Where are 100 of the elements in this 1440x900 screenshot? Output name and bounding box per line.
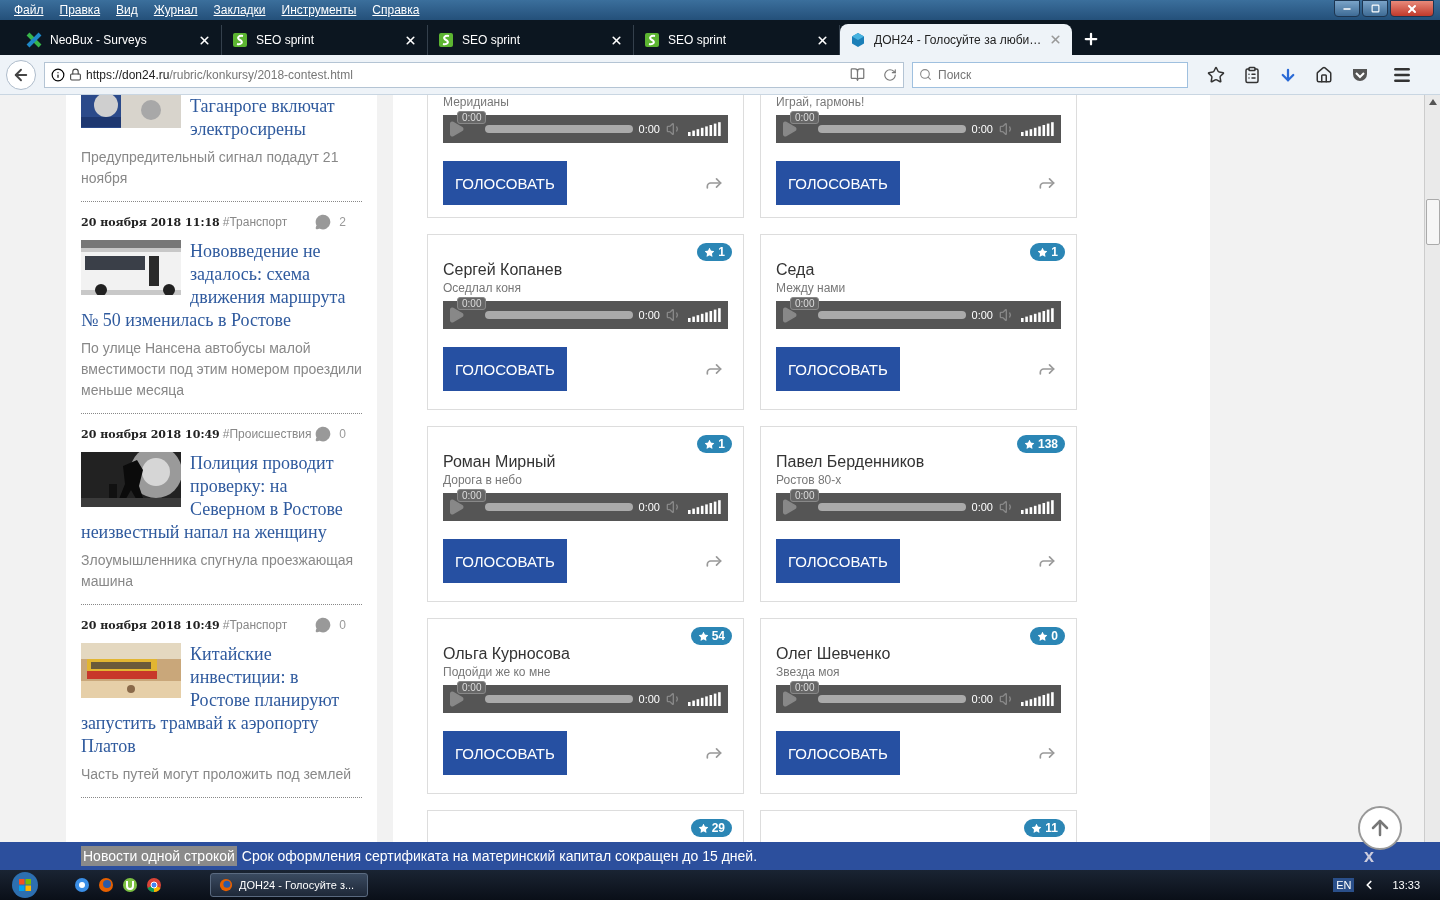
- play-icon[interactable]: [780, 306, 798, 324]
- star-icon[interactable]: [1206, 65, 1226, 84]
- close-tab-icon[interactable]: [404, 33, 417, 47]
- track-title: Дорога в небо: [443, 473, 523, 487]
- close-tab-icon[interactable]: [198, 33, 211, 47]
- news-tag[interactable]: #Транспорт: [222, 618, 288, 632]
- news-date: 20 ноября 2018 10:49: [81, 618, 220, 632]
- comment-count: 0: [339, 427, 346, 441]
- tab-title: SEO sprint: [256, 33, 316, 47]
- participant-name: Роман Мирный: [443, 453, 556, 471]
- participant-name: Ольга Курносова: [443, 645, 570, 663]
- news-tag[interactable]: #Происшествия: [222, 427, 312, 441]
- reload-icon[interactable]: [883, 67, 897, 82]
- vote-count-badge: 1: [697, 243, 732, 261]
- scroll-up-arrow-icon[interactable]: [1428, 99, 1437, 105]
- clipboard-icon[interactable]: [1242, 65, 1262, 84]
- cross-logo-icon: [26, 32, 42, 48]
- menu-item[interactable]: Вид: [108, 3, 146, 17]
- time-tooltip: 0:00: [457, 111, 487, 124]
- minimize-button[interactable]: [1334, 0, 1360, 17]
- internet-explorer-icon[interactable]: [74, 877, 90, 893]
- clock[interactable]: 13:33: [1392, 879, 1420, 891]
- progress-track[interactable]: [485, 125, 633, 133]
- volume-bars-icon: [1021, 122, 1055, 136]
- news-excerpt: Злоумышленника спугнула проезжающая машина: [81, 551, 355, 591]
- volume-bars-icon: [1021, 692, 1055, 706]
- vote-button[interactable]: ГОЛОСОВАТЬ: [443, 347, 567, 391]
- tab-title: ДОН24 - Голосуйте за люби…: [874, 32, 1042, 47]
- news-tag[interactable]: #Транспорт: [222, 215, 288, 229]
- vote-button[interactable]: ГОЛОСОВАТЬ: [776, 347, 900, 391]
- participant-name: Седа: [776, 261, 815, 279]
- track-title: Подойди же ко мне: [443, 665, 552, 679]
- news-title[interactable]: Полиция проводит проверку: на Северном в Ростове неизвестный напал на женщину: [81, 452, 362, 544]
- menu-item[interactable]: Правка: [51, 3, 109, 17]
- news-title[interactable]: Китайские инвестиции: в Ростове планируют запустить трамвай к аэропорту Платов: [81, 643, 362, 758]
- ticker-label: Новости одной строкой: [81, 846, 237, 866]
- vote-button[interactable]: ГОЛОСОВАТЬ: [776, 731, 900, 775]
- new-tab-icon[interactable]: [1082, 30, 1100, 48]
- browser-tab[interactable]: ДОН24 - Голосуйте за люби…: [840, 24, 1072, 55]
- vote-button[interactable]: ГОЛОСОВАТЬ: [776, 161, 900, 205]
- menu-item[interactable]: Справка: [364, 3, 428, 17]
- play-icon[interactable]: [447, 120, 465, 138]
- progress-track[interactable]: [485, 311, 633, 319]
- scrollbar[interactable]: [1424, 95, 1440, 842]
- track-title: Оседлал коня: [443, 281, 522, 295]
- menu-item[interactable]: Файл: [6, 3, 52, 17]
- track-title: Между нами: [776, 281, 847, 295]
- info-icon[interactable]: [51, 67, 65, 82]
- time-label: 0:00: [971, 309, 993, 321]
- progress-track[interactable]: [818, 125, 966, 133]
- play-icon[interactable]: [780, 120, 798, 138]
- language-indicator[interactable]: EN: [1333, 878, 1355, 892]
- track-title: Ростов 80-х: [776, 473, 843, 487]
- chrome-icon[interactable]: [146, 877, 162, 893]
- tab-title: SEO sprint: [668, 33, 728, 47]
- play-icon[interactable]: [447, 306, 465, 324]
- progress-track[interactable]: [818, 503, 966, 511]
- pocket-icon[interactable]: [1350, 66, 1370, 83]
- play-icon[interactable]: [780, 690, 798, 708]
- taskbar-window-button[interactable]: ДОН24 - Голосуйте з...: [210, 873, 368, 897]
- torrent-icon[interactable]: [122, 877, 138, 893]
- progress-track[interactable]: [818, 311, 966, 319]
- news-title[interactable]: Таганроге включат электросирены: [81, 95, 362, 141]
- address-field[interactable]: https://don24.ru/rubric/konkursy/2018-contest.html: [44, 61, 904, 88]
- ticker-close-button[interactable]: x: [1364, 845, 1374, 867]
- volume-bars-icon: [688, 122, 722, 136]
- vote-button[interactable]: ГОЛОСОВАТЬ: [443, 731, 567, 775]
- play-icon[interactable]: [447, 690, 465, 708]
- menu-item[interactable]: Инструменты: [273, 3, 365, 17]
- reader-view-icon[interactable]: [850, 67, 865, 82]
- vote-count-badge: 54: [690, 627, 732, 645]
- scroll-thumb[interactable]: [1425, 199, 1440, 245]
- news-title[interactable]: Нововведение не задалось: схема движения маршрута № 50 изменилась в Ростове: [81, 240, 362, 332]
- restore-button[interactable]: [1362, 0, 1388, 17]
- vote-button[interactable]: ГОЛОСОВАТЬ: [443, 539, 567, 583]
- close-tab-icon[interactable]: [816, 33, 829, 47]
- play-icon[interactable]: [447, 498, 465, 516]
- ticker-text[interactable]: Срок оформления сертификата на материнский капитал сокращен до 15 дней.: [241, 848, 1364, 864]
- menu-item[interactable]: Журнал: [145, 3, 206, 17]
- progress-track[interactable]: [485, 503, 633, 511]
- close-tab-icon[interactable]: [610, 33, 623, 47]
- home-icon[interactable]: [1314, 65, 1334, 84]
- time-tooltip: 0:00: [790, 681, 820, 694]
- firefox-icon[interactable]: [98, 877, 114, 893]
- volume-bars-icon: [688, 692, 722, 706]
- search-field[interactable]: Поиск: [912, 61, 1188, 88]
- time-label: 0:00: [638, 693, 660, 705]
- vote-button[interactable]: ГОЛОСОВАТЬ: [443, 161, 567, 205]
- time-tooltip: 0:00: [790, 111, 820, 124]
- progress-track[interactable]: [485, 695, 633, 703]
- menu-item[interactable]: Закладки: [205, 3, 274, 17]
- news-date: 20 ноября 2018 11:18: [81, 215, 220, 229]
- progress-track[interactable]: [818, 695, 966, 703]
- time-label: 0:00: [971, 693, 993, 705]
- close-button[interactable]: [1390, 0, 1434, 17]
- play-icon[interactable]: [780, 498, 798, 516]
- search-input[interactable]: Поиск: [936, 66, 1181, 83]
- back-button[interactable]: [6, 59, 36, 90]
- vote-button[interactable]: ГОЛОСОВАТЬ: [776, 539, 900, 583]
- news-excerpt: По улице Нансена автобусы малой вместимости под этим номером проездили меньше месяца: [81, 339, 362, 400]
